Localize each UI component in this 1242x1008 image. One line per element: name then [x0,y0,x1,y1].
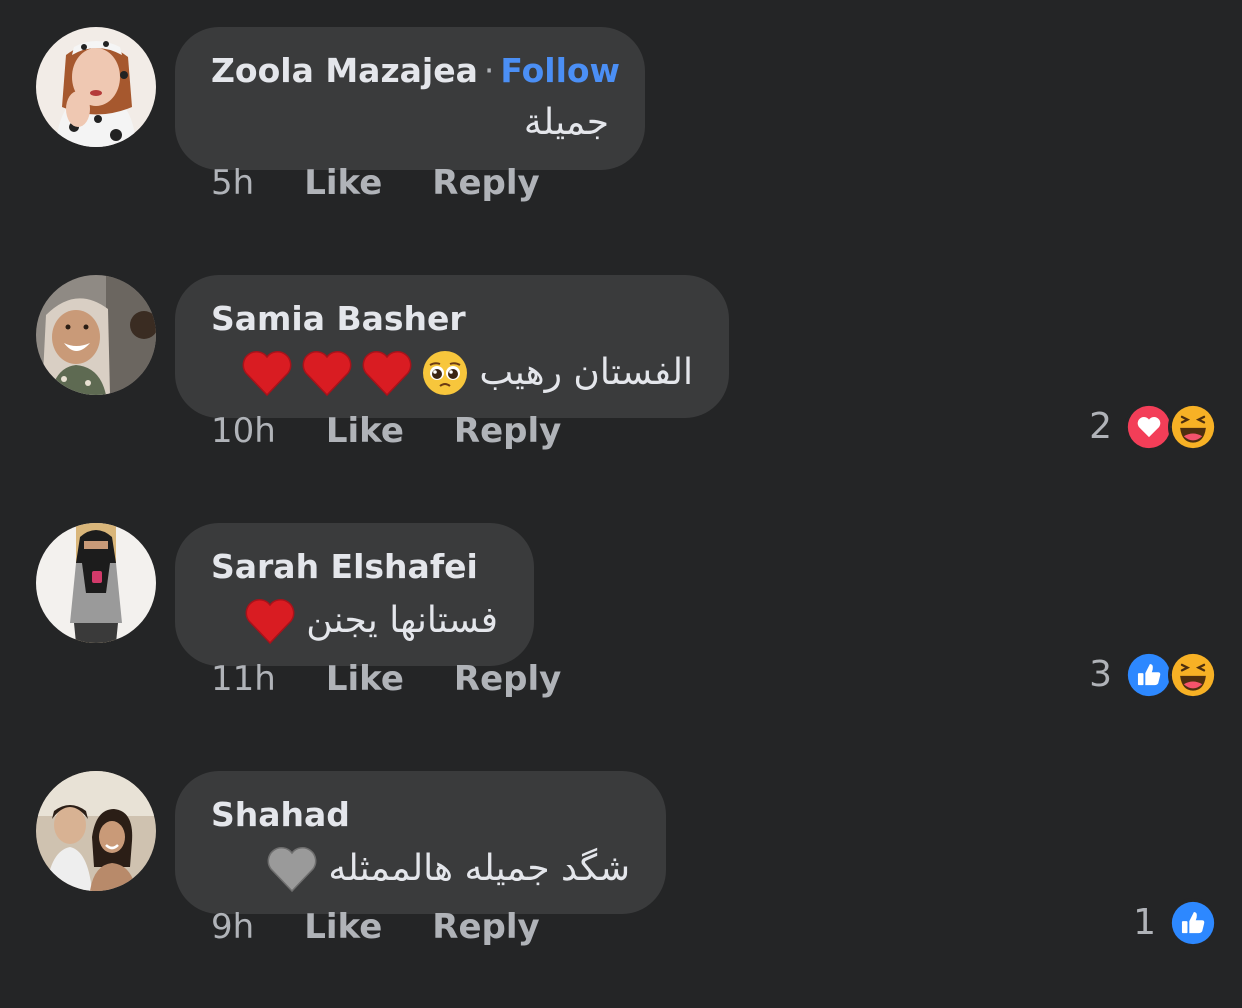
like-button[interactable]: Like [326,409,404,453]
comment-bubble: Samia Basher الفستان رهيب [175,275,729,418]
comment-text-content: جميلة [523,102,609,143]
comment-item: Zoola Mazajea · Follow جميلة 5h Like Reply [0,0,1242,248]
comment-item: Samia Basher الفستان رهيب 10h Like Reply… [0,248,1242,496]
reaction-icons [1124,650,1218,700]
comment-bubble: Zoola Mazajea · Follow جميلة [175,27,645,170]
reply-button[interactable]: Reply [454,409,561,453]
author-name[interactable]: Shahad [211,795,350,834]
comment-actions: 10h Like Reply [211,409,561,453]
reaction-icons [1168,898,1218,948]
comment-time[interactable]: 5h [211,161,254,205]
emoji-row [241,349,469,397]
reaction-summary[interactable]: 2 [1089,401,1218,453]
author-name[interactable]: Samia Basher [211,299,466,338]
comment-actions: 11h Like Reply [211,657,561,701]
comment-item: Sarah Elshafei فستانها يجنن 11h Like Rep… [0,496,1242,744]
emoji-row [266,845,318,893]
like-button[interactable]: Like [304,161,382,205]
author-name[interactable]: Zoola Mazajea [211,51,478,90]
avatar[interactable] [36,27,156,147]
haha-reaction-icon [1168,402,1218,452]
reaction-icons [1124,402,1218,452]
author-row: Samia Basher [211,299,466,339]
avatar[interactable] [36,523,156,643]
red-heart-emoji [362,351,412,397]
grey-heart-emoji [267,847,317,893]
comment-time[interactable]: 10h [211,409,276,453]
comment-time[interactable]: 9h [211,905,254,949]
reaction-summary[interactable]: 1 [1133,897,1218,949]
follow-link[interactable]: Follow [500,51,620,90]
reaction-count: 1 [1133,902,1156,943]
reply-button[interactable]: Reply [432,905,539,949]
comment-actions: 9h Like Reply [211,905,540,949]
comment-text: الفستان رهيب [241,349,693,397]
author-name[interactable]: Sarah Elshafei [211,547,478,586]
haha-reaction-icon [1168,650,1218,700]
comment-bubble: Shahad شگد جميله هالممثله [175,771,666,914]
comment-bubble: Sarah Elshafei فستانها يجنن [175,523,534,666]
like-button[interactable]: Like [326,657,404,701]
author-row: Sarah Elshafei [211,547,478,587]
reply-button[interactable]: Reply [454,657,561,701]
like-reaction-icon [1168,898,1218,948]
author-row: Zoola Mazajea · Follow [211,51,620,91]
separator-dot: · [483,51,495,90]
comment-text: فستانها يجنن [244,597,498,645]
like-button[interactable]: Like [304,905,382,949]
comment-text-content: فستانها يجنن [306,600,498,641]
comment-actions: 5h Like Reply [211,161,540,205]
love-reaction-icon [1124,402,1174,452]
red-heart-emoji [242,351,292,397]
avatar[interactable] [36,771,156,891]
author-row: Shahad [211,795,350,835]
reply-button[interactable]: Reply [432,161,539,205]
reaction-summary[interactable]: 3 [1089,649,1218,701]
like-reaction-icon [1124,650,1174,700]
reaction-count: 2 [1089,406,1112,447]
comment-text: جميلة [524,101,609,145]
comment-text-content: الفستان رهيب [479,352,693,393]
red-heart-emoji [302,351,352,397]
reaction-count: 3 [1089,654,1112,695]
avatar[interactable] [36,275,156,395]
red-heart-emoji [245,599,295,645]
comment-item: Shahad شگد جميله هالممثله 9h Like Reply … [0,744,1242,992]
pleading-face-emoji [423,351,468,395]
comment-text: شگد جميله هالممثله [266,845,630,893]
comment-time[interactable]: 11h [211,657,276,701]
emoji-row [244,597,296,645]
comment-text-content: شگد جميله هالممثله [328,848,630,889]
